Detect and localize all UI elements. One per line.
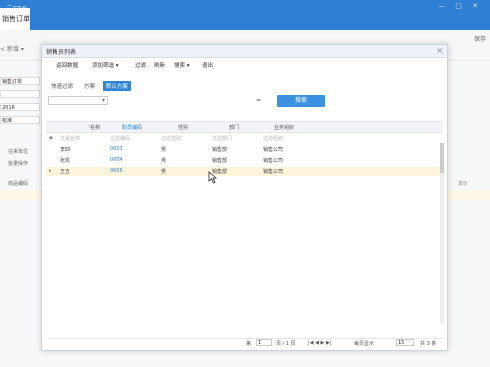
background-toolbar[interactable]: < 新增 ▾ bbox=[0, 44, 44, 56]
window-controls[interactable]: — □ ✕ bbox=[438, 2, 482, 10]
column-header-department[interactable]: 部门 bbox=[229, 124, 239, 131]
filter-row: ◆ 过滤名称 过滤编码 过滤性别 过滤部门 过滤组织 bbox=[46, 134, 443, 143]
cell-code[interactable]: 0004 bbox=[110, 157, 123, 163]
filter-organization[interactable]: 过滤组织 bbox=[263, 135, 283, 142]
cell-gender: 男 bbox=[161, 158, 167, 164]
per-page-label: 每页显示 bbox=[354, 341, 375, 347]
menu-filter[interactable]: 过滤 bbox=[135, 61, 146, 69]
table-scrollbar[interactable] bbox=[440, 143, 444, 323]
cell-gender: 男 bbox=[161, 169, 167, 175]
cell-code[interactable]: 0003 bbox=[110, 146, 123, 152]
total-count: 共 3 条 bbox=[420, 341, 437, 347]
pager-nav-icons[interactable]: |◀ ◀ ▶ ▶| bbox=[308, 340, 332, 346]
client-label: 往来单位 bbox=[8, 149, 29, 155]
product-code-label: 商品编码 bbox=[8, 181, 29, 187]
background-form: 销售订单 2016 标准 往来单位 批量操作 商品编码 bbox=[0, 60, 44, 210]
operator-label: = bbox=[256, 97, 262, 104]
table-header: 名称 职员编码 性别 部门 业务组织 bbox=[46, 121, 443, 133]
tab-quick-filter[interactable]: 快速过滤 bbox=[48, 81, 76, 91]
column-header-organization[interactable]: 业务组织 bbox=[274, 124, 294, 131]
menu-search[interactable]: 搜索 ▾ bbox=[174, 61, 190, 69]
batch-label[interactable]: 批量操作 bbox=[8, 160, 28, 167]
bill-type-field[interactable]: 销售订单 bbox=[0, 77, 40, 85]
table-row-selected[interactable]: ▸ 王五 0005 男 销售部 销售公司 bbox=[46, 167, 443, 176]
per-page-select[interactable]: 15 bbox=[396, 339, 414, 346]
type-field[interactable]: 标准 bbox=[0, 116, 40, 124]
filter-code[interactable]: 过滤编码 bbox=[110, 135, 130, 142]
search-button[interactable]: 搜索 bbox=[277, 95, 325, 107]
filter-row-marker: ◆ bbox=[49, 135, 53, 141]
close-icon[interactable]: × bbox=[436, 46, 443, 55]
menu-return-data[interactable]: 返回数据 bbox=[56, 61, 78, 69]
date-field[interactable]: 2016 bbox=[0, 103, 40, 111]
current-row-icon: ▸ bbox=[49, 168, 52, 174]
filter-name[interactable]: 过滤名称 bbox=[60, 135, 80, 142]
cell-department: 销售部 bbox=[212, 147, 228, 153]
cell-organization: 销售公司 bbox=[263, 158, 284, 164]
app-header: 云ERP 销售订单 — □ ✕ bbox=[0, 0, 490, 30]
column-header-name[interactable]: 名称 bbox=[90, 124, 100, 131]
dialog-titlebar[interactable]: 销售员列表 × bbox=[42, 45, 447, 58]
price-column-header: 单价 bbox=[458, 181, 469, 187]
customer-field[interactable] bbox=[0, 90, 40, 98]
mouse-cursor-icon bbox=[208, 171, 217, 184]
cell-organization: 销售公司 bbox=[263, 169, 284, 175]
cell-organization: 销售公司 bbox=[263, 147, 284, 153]
dialog-title: 销售员列表 bbox=[46, 49, 77, 56]
tab-scheme[interactable]: 方案 bbox=[81, 81, 98, 91]
save-link[interactable]: 保存 bbox=[474, 34, 486, 43]
filter-gender[interactable]: 过滤性别 bbox=[161, 135, 181, 142]
column-header-gender[interactable]: 性别 bbox=[178, 124, 188, 131]
filter-field-select[interactable]: ▾ bbox=[48, 96, 108, 105]
menu-refresh[interactable]: 刷新 bbox=[154, 61, 165, 69]
cell-code[interactable]: 0005 bbox=[110, 168, 123, 174]
dialog-menubar: 返回数据 添加筛选 ▾ 过滤 刷新 搜索 ▾ 退出 bbox=[42, 58, 447, 71]
table-row[interactable]: 张凯 0004 男 销售部 销售公司 bbox=[46, 156, 443, 165]
cell-name: 李四 bbox=[60, 147, 71, 153]
tab-sales-order[interactable]: 销售订单 bbox=[0, 8, 30, 30]
table-row[interactable]: 李四 0003 男 销售部 销售公司 bbox=[46, 145, 443, 154]
cell-gender: 男 bbox=[161, 147, 167, 153]
filter-department[interactable]: 过滤部门 bbox=[212, 135, 232, 142]
pagination-bar: 第 1 页 / 1 页 |◀ ◀ ▶ ▶| 每页显示 15 共 3 条 bbox=[46, 338, 443, 348]
page-number-input[interactable]: 1 bbox=[256, 339, 272, 346]
page-label: 第 bbox=[246, 341, 252, 347]
cell-name: 张凯 bbox=[60, 158, 71, 164]
page-of-label: 页 / 1 页 bbox=[276, 341, 296, 347]
menu-add-filter[interactable]: 添加筛选 ▾ bbox=[92, 61, 119, 69]
column-header-code[interactable]: 职员编码 bbox=[122, 124, 142, 131]
salesperson-dialog: 销售员列表 × 返回数据 添加筛选 ▾ 过滤 刷新 搜索 ▾ 退出 快速过滤 方… bbox=[41, 44, 448, 351]
tab-default-scheme[interactable]: 默认方案 bbox=[102, 81, 131, 91]
cell-department: 销售部 bbox=[212, 158, 228, 164]
menu-exit[interactable]: 退出 bbox=[202, 61, 213, 69]
cell-name: 王五 bbox=[60, 169, 71, 175]
scheme-tabs: 快速过滤 方案 默认方案 bbox=[48, 81, 134, 91]
chevron-down-icon: ▾ bbox=[101, 97, 105, 104]
